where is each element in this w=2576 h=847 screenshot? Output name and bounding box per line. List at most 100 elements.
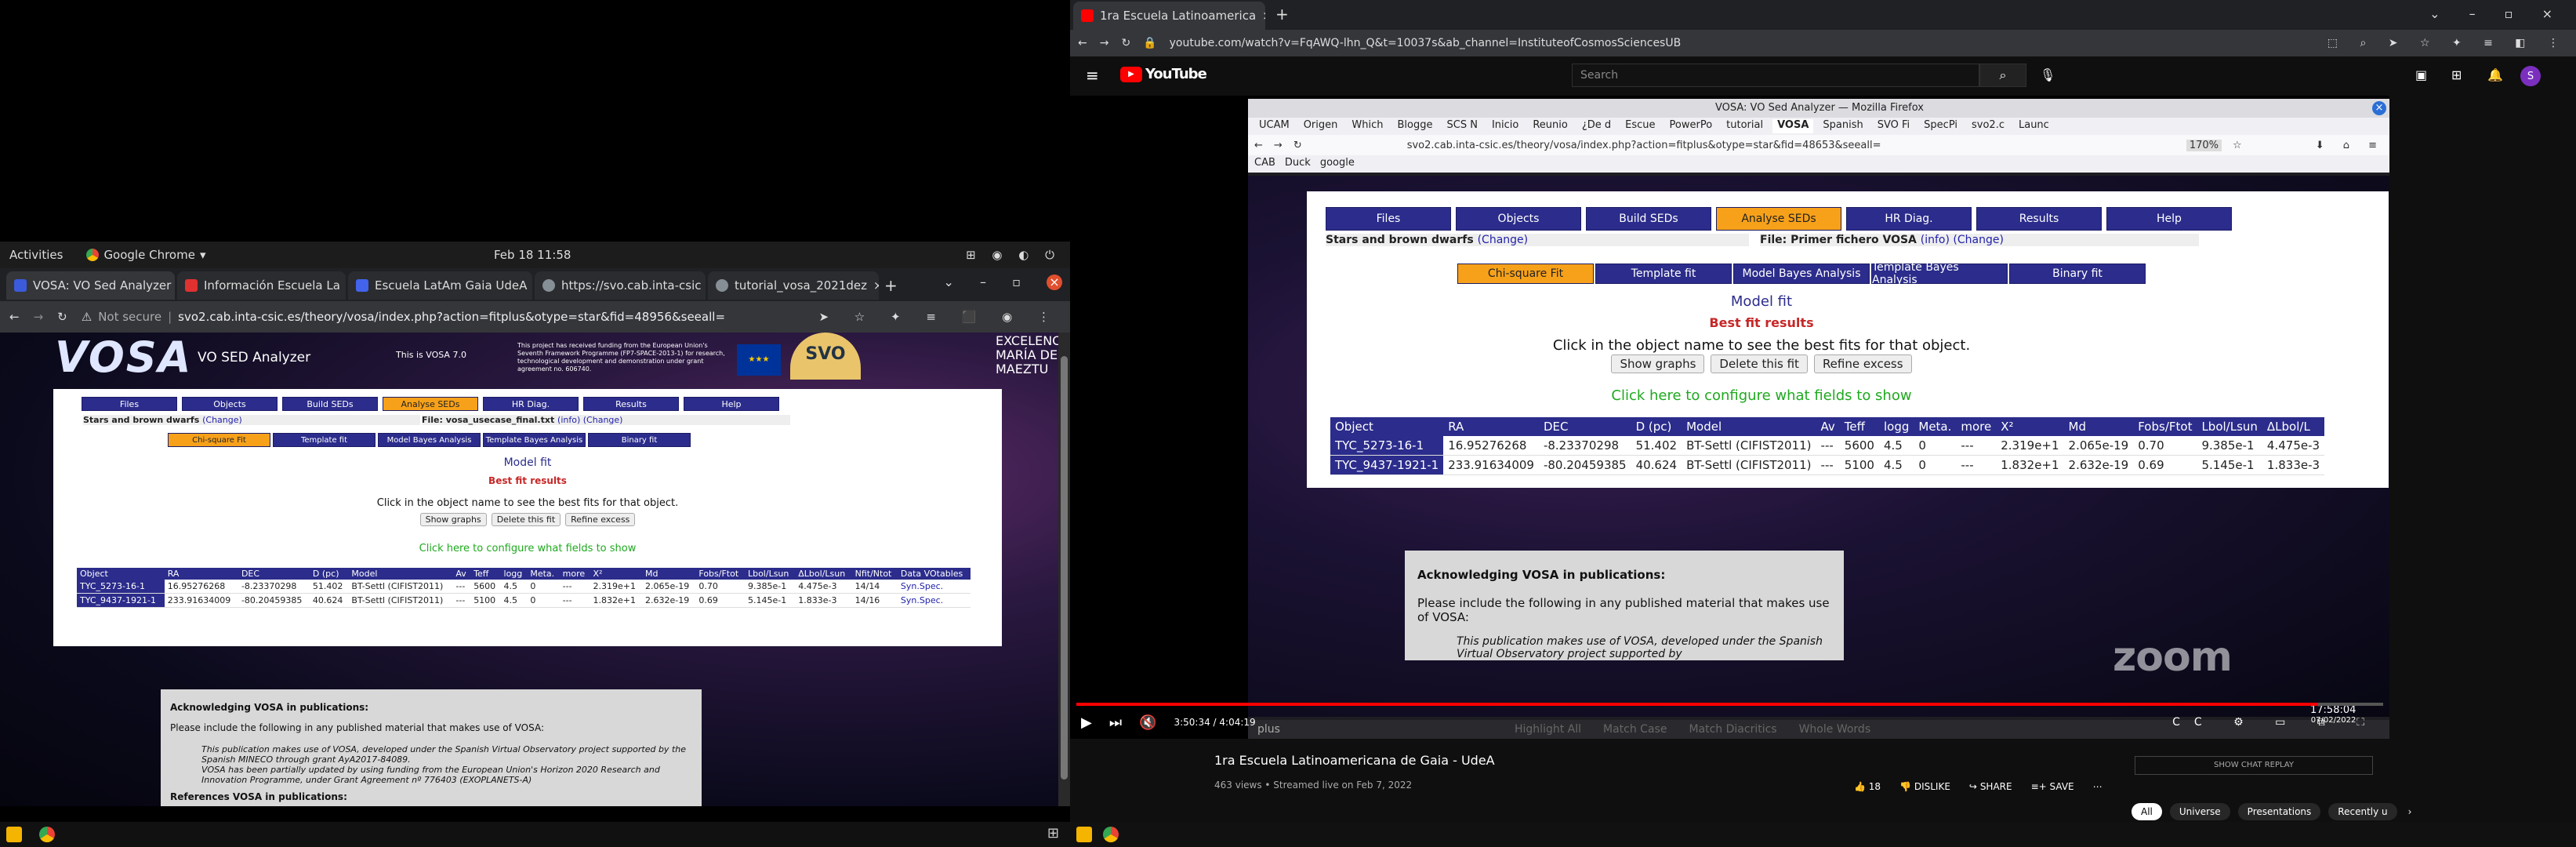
bookmark-google[interactable]: google [1320, 157, 1355, 171]
nav-analyse-seds[interactable]: Analyse SEDs [1716, 207, 1841, 231]
change-link[interactable]: (Change) [202, 415, 242, 425]
ff-tab[interactable]: Spanish [1818, 119, 1867, 133]
ff-tab[interactable]: Reunio [1528, 119, 1573, 133]
activities-button[interactable]: Activities [9, 248, 63, 262]
chat-replay-button[interactable]: SHOW CHAT REPLAY [2135, 756, 2373, 775]
player-right-icons[interactable]: CC ⚙ ▭ ⧉ ⛶ [2172, 716, 2378, 729]
subnav-binary-fit[interactable]: Binary fit [2009, 264, 2146, 284]
bookmark-duck[interactable]: Duck [1285, 157, 1311, 171]
grid-icon[interactable]: ⊞ [1047, 825, 1059, 842]
bookmark-cab[interactable]: CAB [1254, 157, 1275, 171]
subnav-template-fit[interactable]: Template fit [273, 433, 376, 447]
create-icon[interactable]: ▣ [2415, 67, 2427, 82]
close-icon[interactable]: × [873, 278, 879, 293]
tab-youtube[interactable]: 1ra Escuela Latinoamerica × [1073, 2, 1265, 30]
object-name-link[interactable]: TYC_5273-16-1 [1330, 436, 1444, 456]
ff-tab[interactable]: UCAM [1254, 119, 1294, 133]
ff-tab[interactable]: SVO Fi [1873, 119, 1914, 133]
ff-tab[interactable]: VOSA [1772, 119, 1814, 133]
subnav-chi-square[interactable]: Chi-square Fit [168, 433, 270, 447]
toolbar-icons[interactable]: ⬚ ⌕ ➤ ☆ ✦ ≡ ◧ ⋮ [2327, 37, 2568, 49]
page-scrollbar[interactable] [1058, 333, 1070, 806]
subnav-model-bayes[interactable]: Model Bayes Analysis [378, 433, 481, 447]
nav-results[interactable]: Results [583, 397, 679, 411]
forward-icon[interactable]: → [34, 310, 44, 324]
ff-toolbar-icons[interactable]: ⬇ ⌂ ≡ [2316, 140, 2385, 151]
app-launcher-icon[interactable] [1076, 827, 1092, 842]
refine-excess-button[interactable]: Refine excess [1813, 354, 1912, 373]
object-name-link[interactable]: TYC_9437-1921-1 [77, 593, 165, 608]
back-icon[interactable]: ← [1254, 140, 1263, 151]
file-links[interactable]: (info) (Change) [557, 415, 622, 425]
subnav-template-fit[interactable]: Template fit [1595, 264, 1732, 284]
change-link[interactable]: (Change) [1478, 234, 1529, 246]
nav-analyse-seds[interactable]: Analyse SEDs [383, 397, 478, 411]
mute-icon[interactable]: 🔇 [1139, 714, 1156, 731]
next-icon[interactable]: ⏭ [1109, 714, 1122, 731]
mic-icon[interactable]: 🎙 [2040, 67, 2055, 82]
refine-excess-button[interactable]: Refine excess [565, 513, 636, 526]
app-menu[interactable]: Google Chrome ▾ [86, 248, 205, 262]
ff-url[interactable]: svo2.cab.inta-csic.es/theory/vosa/index.… [1407, 140, 2175, 151]
nav-results[interactable]: Results [1976, 207, 2102, 231]
chip-recently[interactable]: Recently u [2328, 803, 2397, 820]
star-icon[interactable]: ☆ [2233, 140, 2242, 151]
reload-icon[interactable]: ↻ [57, 310, 67, 324]
delete-fit-button[interactable]: Delete this fit [1711, 354, 1808, 373]
ff-tab[interactable]: Blogge [1392, 119, 1437, 133]
nav-build-seds[interactable]: Build SEDs [1586, 207, 1711, 231]
more-icon[interactable]: ⋯ [2093, 781, 2103, 792]
nav-hr-diag[interactable]: HR Diag. [483, 397, 579, 411]
dislike-button[interactable]: 👎 DISLIKE [1899, 781, 1950, 792]
reload-icon[interactable]: ↻ [1121, 37, 1130, 49]
nav-files[interactable]: Files [1326, 207, 1451, 231]
ff-tab[interactable]: PowerPo [1665, 119, 1718, 133]
subnav-template-bayes[interactable]: Template Bayes Analysis [483, 433, 586, 447]
apps-icon[interactable]: ⊞ [2451, 67, 2462, 82]
chrome-task-icon[interactable] [1103, 827, 1119, 842]
search-icon[interactable]: ⌕ [1979, 64, 2026, 87]
ff-tab[interactable]: Origen [1299, 119, 1343, 133]
avatar[interactable]: S [2520, 66, 2541, 86]
chevron-right-icon[interactable]: › [2405, 803, 2415, 820]
search-input[interactable]: Search [1572, 64, 1979, 87]
chip-universe[interactable]: Universe [2169, 803, 2230, 820]
subnav-binary-fit[interactable]: Binary fit [588, 433, 691, 447]
tab-tutorial[interactable]: tutorial_vosa_2021dez × [708, 271, 879, 300]
share-button[interactable]: ↪ SHARE [1969, 781, 2012, 792]
delete-fit-button[interactable]: Delete this fit [491, 513, 561, 526]
nav-help[interactable]: Help [2106, 207, 2232, 231]
youtube-logo[interactable]: ▶ YouTube [1120, 66, 1207, 82]
close-icon[interactable]: × [2372, 101, 2386, 115]
show-graphs-button[interactable]: Show graphs [419, 513, 487, 526]
close-window-icon[interactable]: × [1047, 274, 1062, 290]
new-tab-button[interactable]: + [884, 276, 898, 295]
object-name-link[interactable]: TYC_9437-1921-1 [1330, 455, 1444, 475]
nav-build-seds[interactable]: Build SEDs [282, 397, 378, 411]
subnav-model-bayes[interactable]: Model Bayes Analysis [1733, 264, 1870, 284]
chip-presentations[interactable]: Presentations [2237, 803, 2321, 820]
nav-hr-diag[interactable]: HR Diag. [1846, 207, 1972, 231]
show-graphs-button[interactable]: Show graphs [1611, 354, 1705, 373]
tab-svo[interactable]: https://svo.cab.inta-csic× [535, 271, 706, 300]
ff-tab[interactable]: ¿De d [1577, 119, 1616, 133]
back-icon[interactable]: ← [1078, 37, 1087, 49]
ff-tab[interactable]: Launc [2014, 119, 2054, 133]
tab-escuela-gaia[interactable]: Escuela LatAm Gaia UdeA× [348, 271, 532, 300]
close-icon[interactable]: × [1262, 9, 1265, 23]
app-launcher-icon[interactable] [6, 827, 22, 842]
video-player[interactable]: VOSA: VO Sed Analyzer — Mozilla Firefox ×… [1070, 96, 2389, 739]
omnibox[interactable]: ⚠ Not secure | svo2.cab.inta-csic.es/the… [82, 310, 805, 324]
nav-objects[interactable]: Objects [1456, 207, 1581, 231]
system-tray[interactable]: ⊞ ◉ ◐ ⏻ [966, 248, 1061, 262]
file-links[interactable]: (info) (Change) [1921, 234, 2004, 246]
configure-fields-link[interactable]: Click here to configure what fields to s… [53, 543, 1002, 554]
ff-tab[interactable]: SCS N [1442, 119, 1482, 133]
ff-tab[interactable]: SpecPi [1919, 119, 1962, 133]
forward-icon[interactable]: → [1274, 140, 1283, 151]
ff-tab[interactable]: tutorial [1722, 119, 1768, 133]
tab-vosa[interactable]: VOSA: VO Sed Analyzer× [6, 271, 175, 300]
url-text[interactable]: youtube.com/watch?v=FqAWQ-lhn_Q&t=10037s… [1170, 37, 2315, 49]
like-button[interactable]: 👍 18 [1854, 781, 1881, 792]
chip-all[interactable]: All [2132, 803, 2162, 820]
